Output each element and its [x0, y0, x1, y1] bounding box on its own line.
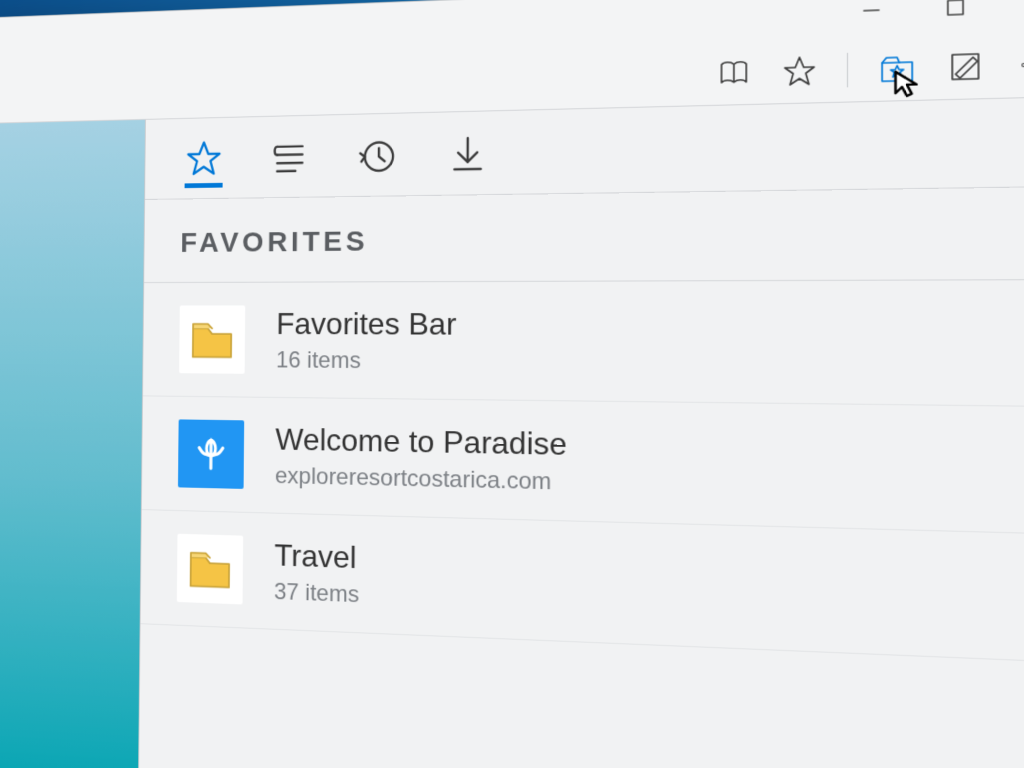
minimize-icon [861, 0, 882, 21]
page-content-preview [0, 120, 146, 768]
hub-icon [878, 49, 917, 87]
tab-history[interactable] [354, 126, 402, 185]
list-item[interactable]: Travel 37 items [141, 510, 1024, 663]
note-icon [947, 48, 984, 84]
toolbar-separator [847, 52, 848, 87]
star-icon [782, 53, 818, 88]
favorites-list: Favorites Bar 16 items Welcome to [139, 280, 1024, 768]
close-button[interactable] [1017, 0, 1024, 20]
tab-reading-list[interactable] [266, 128, 313, 186]
site-icon [178, 419, 244, 489]
item-title: Travel [274, 537, 359, 575]
item-title: Favorites Bar [276, 306, 456, 342]
more-button[interactable] [1015, 46, 1024, 82]
hub-button[interactable] [878, 49, 917, 87]
item-subtitle: exploreresortcostarica.com [275, 462, 567, 496]
tab-downloads[interactable] [443, 123, 492, 182]
maximize-icon [945, 0, 967, 18]
list-item[interactable]: Favorites Bar 16 items [143, 280, 1024, 407]
reading-list-icon [270, 136, 309, 177]
reading-view-button[interactable] [715, 54, 752, 91]
folder-icon [179, 305, 245, 373]
maximize-button[interactable] [932, 0, 980, 23]
browser-window: FAVORITES Favorites Bar 16 items [0, 0, 1024, 768]
folder-icon [177, 534, 243, 605]
hub-heading: FAVORITES [144, 187, 1024, 283]
web-note-button[interactable] [947, 48, 984, 84]
item-title: Welcome to Paradise [275, 421, 567, 462]
star-icon [185, 138, 223, 178]
item-subtitle: 37 items [274, 578, 359, 608]
hub-panel: FAVORITES Favorites Bar 16 items [139, 97, 1024, 768]
tab-favorites[interactable] [181, 130, 227, 187]
item-subtitle: 16 items [276, 347, 456, 375]
download-icon [447, 132, 488, 174]
add-favorite-button[interactable] [782, 53, 818, 88]
history-icon [358, 134, 398, 175]
more-icon [1015, 46, 1024, 82]
minimize-button[interactable] [848, 0, 895, 25]
book-icon [715, 54, 752, 91]
